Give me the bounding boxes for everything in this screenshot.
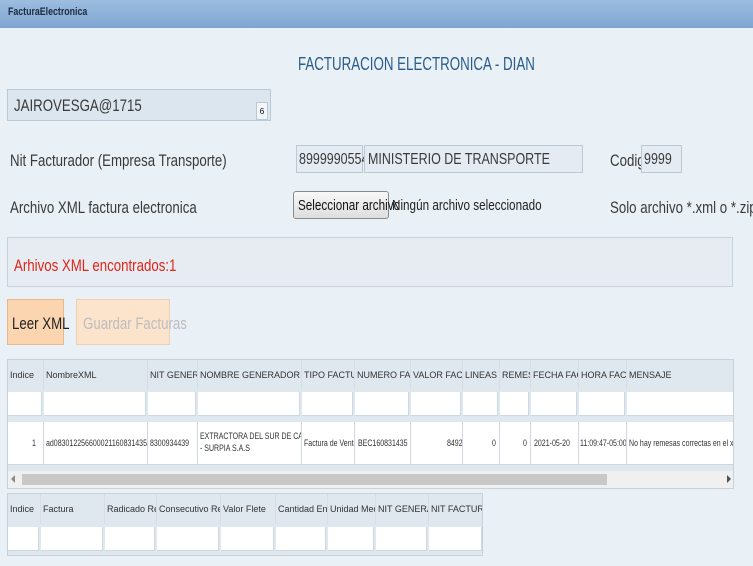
col-tipo-factura: TIPO FACTURA xyxy=(302,360,355,390)
remesas-header-row: Indice Factura Radicado Remesa Consecuti… xyxy=(8,494,482,524)
select-file-button[interactable]: Seleccionar archivo xyxy=(293,191,400,219)
filter-nombre-xml[interactable] xyxy=(44,392,146,416)
nit-facturador-value: 8999990554 xyxy=(299,151,369,168)
found-message: Arhivos XML encontrados:1 xyxy=(14,256,177,275)
cell-hora-factura: 11:09:47-05:00 xyxy=(579,422,627,465)
filter2-cantidad-entregada[interactable] xyxy=(276,527,326,551)
window-title: FacturaElectronica xyxy=(8,6,88,18)
col2-consecutivo-remesa: Consecutivo Remesa xyxy=(157,494,221,524)
filter2-indice[interactable] xyxy=(8,527,39,551)
filter-remesas[interactable] xyxy=(500,392,529,416)
main-panel: FACTURACION ELECTRONICA - DIAN JAIROVESG… xyxy=(0,28,753,566)
facturas-header-row: Indice NombreXML NIT GENERADOR NOMBRE GE… xyxy=(8,360,733,390)
nombre-facturador-value: MINISTERIO DE TRANSPORTE xyxy=(368,151,550,168)
col-nombre-generador: NOMBRE GENERADOR xyxy=(198,360,302,390)
filter-valor-factura[interactable] xyxy=(411,392,461,416)
save-invoices-label: Guardar Facturas xyxy=(83,314,187,333)
filter-numero-factura[interactable] xyxy=(355,392,409,416)
facturador-label: Nit Facturador (Empresa Transporte) xyxy=(10,151,227,170)
user-name: JAIROVESGA@1715 xyxy=(14,96,142,115)
col-nombre-xml: NombreXML xyxy=(44,360,148,390)
codigo-value: 9999 xyxy=(644,151,672,168)
select-file-label: Seleccionar archivo xyxy=(298,197,401,214)
user-badge: 6 xyxy=(256,102,268,120)
cell-remesas: 0 xyxy=(500,422,531,465)
filter-nit-generador[interactable] xyxy=(148,392,196,416)
col-nit-generador: NIT GENERADOR xyxy=(148,360,198,390)
filter-hora-factura[interactable] xyxy=(579,392,625,416)
col-numero-factura: NUMERO FACTURA xyxy=(355,360,411,390)
cell-nit-generador: 8300934439 xyxy=(148,422,198,465)
table-row[interactable]: 1 ad083012256600021160831435K.xml 830093… xyxy=(8,422,733,465)
filter2-valor-flete[interactable] xyxy=(221,527,274,551)
read-xml-label: Leer XML xyxy=(12,314,70,333)
cell-nombre-generador: EXTRACTORA DEL SUR DE CASANARE - SURPIA … xyxy=(198,422,302,465)
scrollbar-thumb[interactable] xyxy=(22,474,607,485)
col-remesas: REMESAS xyxy=(500,360,531,390)
file-status: Ningún archivo seleccionado xyxy=(392,197,542,214)
col-hora-factura: HORA FACTURA xyxy=(579,360,627,390)
cell-fecha-factura: 2021-05-20 xyxy=(531,422,579,465)
filter2-nit-facturador[interactable] xyxy=(429,527,482,551)
filter-lineas-fact[interactable] xyxy=(463,392,498,416)
filter-indice[interactable] xyxy=(8,392,42,416)
filter2-consecutivo-remesa[interactable] xyxy=(157,527,219,551)
col2-valor-flete: Valor Flete xyxy=(221,494,276,524)
filter-row xyxy=(8,392,733,416)
col2-radicado-remesa: Radicado Remesa xyxy=(105,494,157,524)
read-xml-button[interactable]: Leer XML xyxy=(7,299,69,345)
col-fecha-factura: FECHA FACTURA xyxy=(531,360,579,390)
col2-unidad-medida: Unidad Medida xyxy=(328,494,376,524)
col2-cantidad-entregada: Cantidad Entregada xyxy=(276,494,328,524)
remesas-table: Indice Factura Radicado Remesa Consecuti… xyxy=(7,493,483,556)
filter2-radicado-remesa[interactable] xyxy=(105,527,155,551)
facturas-table: Indice NombreXML NIT GENERADOR NOMBRE GE… xyxy=(7,359,734,489)
scroll-left-arrow[interactable] xyxy=(11,475,15,483)
col2-indice: Indice xyxy=(8,494,41,524)
col2-nit-generador: NIT GENERADOR xyxy=(376,494,429,524)
cell-valor-factura: 84921 xyxy=(411,422,463,465)
filter2-unidad-medida[interactable] xyxy=(328,527,374,551)
col-valor-factura: VALOR FACTURA xyxy=(411,360,463,390)
filter2-factura[interactable] xyxy=(41,527,103,551)
file-hint: Solo archivo *.xml o *.zip xyxy=(610,198,753,217)
cell-tipo-factura: Factura de Venta xyxy=(302,422,355,465)
window-titlebar: FacturaElectronica xyxy=(0,0,753,29)
cell-nombre-xml: ad083012256600021160831435K.xml xyxy=(44,422,148,465)
col-lineas-fact: LINEAS FACT xyxy=(463,360,500,390)
col2-nit-facturador: NIT FACTURADOR xyxy=(429,494,482,524)
filter-tipo-factura[interactable] xyxy=(302,392,353,416)
cell-numero-factura: BEC160831435 xyxy=(355,422,411,465)
col-mensaje: MENSAJE xyxy=(627,360,733,390)
filter-mensaje[interactable] xyxy=(627,392,733,416)
remesas-filter-row xyxy=(8,527,482,551)
page-title: FACTURACION ELECTRONICA - DIAN xyxy=(298,54,535,74)
archivo-label: Archivo XML factura electronica xyxy=(10,198,197,217)
horizontal-scrollbar[interactable] xyxy=(8,471,733,488)
col2-factura: Factura xyxy=(41,494,105,524)
filter-nombre-generador[interactable] xyxy=(198,392,300,416)
cell-indice: 1 xyxy=(8,422,44,465)
save-invoices-button[interactable]: Guardar Facturas xyxy=(76,299,187,345)
col-indice: Indice xyxy=(8,360,44,390)
filter2-nit-generador[interactable] xyxy=(376,527,427,551)
cell-lineas-fact: 0 xyxy=(463,422,500,465)
cell-mensaje: No hay remesas correctas en el xml de la xyxy=(627,422,733,465)
scroll-right-arrow[interactable] xyxy=(727,475,731,483)
filter-fecha-factura[interactable] xyxy=(531,392,577,416)
